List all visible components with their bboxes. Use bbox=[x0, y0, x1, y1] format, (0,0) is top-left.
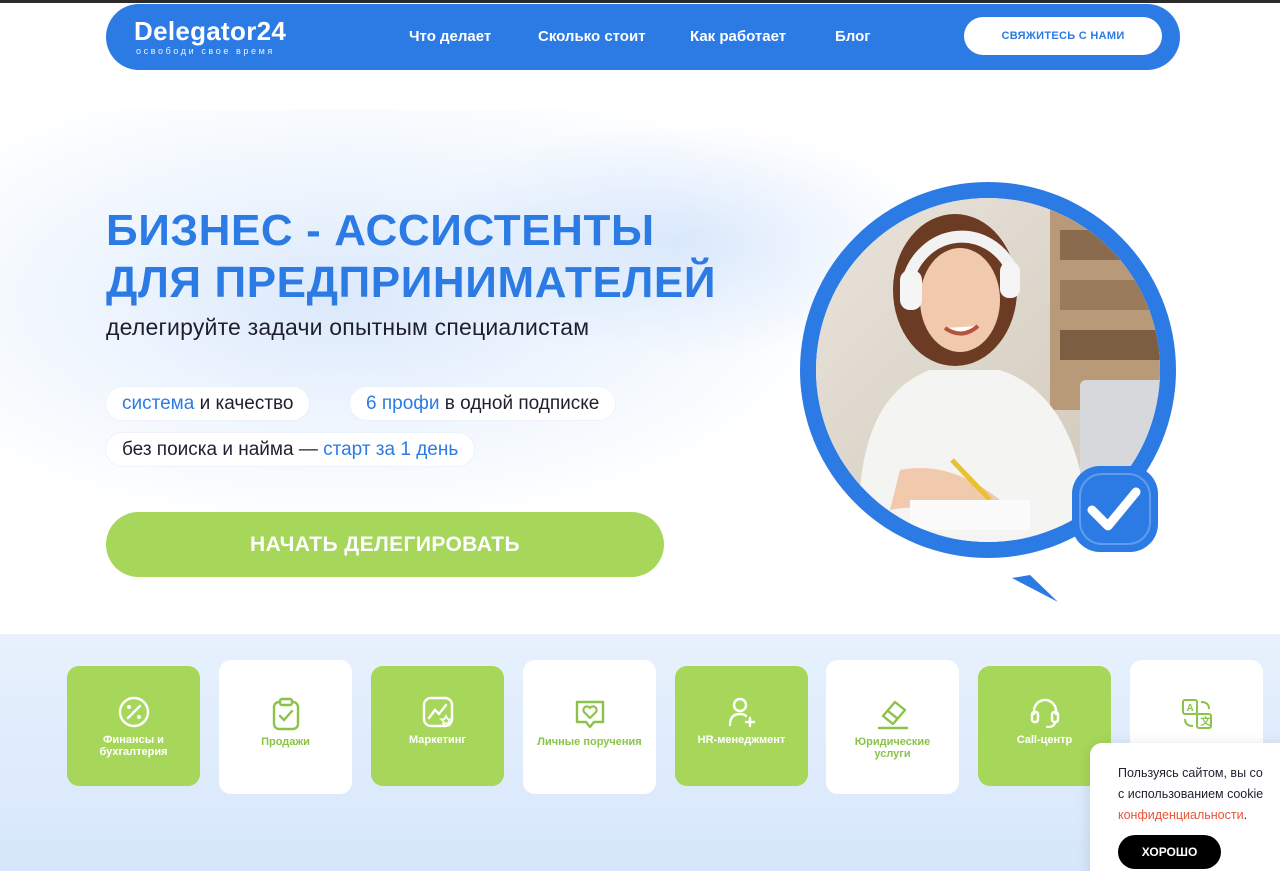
logo-subtitle: освободи свое время bbox=[136, 46, 275, 56]
start-delegating-button[interactable]: НАЧАТЬ ДЕЛЕГИРОВАТЬ bbox=[106, 512, 664, 577]
clipboard-check-icon bbox=[272, 697, 299, 731]
feature-pill-system-quality: система и качество bbox=[106, 387, 310, 420]
pill-text: в одной подписке bbox=[439, 393, 600, 414]
top-navigation-bar: Delegator24 освободи свое время Что дела… bbox=[106, 4, 1180, 70]
service-label: Финансы и бухгалтерия bbox=[99, 734, 168, 758]
hero-title-line-1: БИЗНЕС - АССИСТЕНТЫ bbox=[106, 206, 655, 255]
svg-text:A: A bbox=[1186, 703, 1193, 714]
service-label: Юридические услуги bbox=[854, 736, 931, 760]
service-card-personal-errands[interactable]: Личные поручения bbox=[523, 660, 656, 794]
heart-chat-icon bbox=[575, 700, 604, 729]
hero-assistant-image bbox=[800, 182, 1176, 602]
service-label: HR-менеджмент bbox=[697, 734, 786, 746]
service-card-hr[interactable]: HR-менеджмент bbox=[675, 666, 808, 786]
feature-pill-six-pros: 6 профи в одной подписке bbox=[350, 387, 616, 420]
hero-title: БИЗНЕС - АССИСТЕНТЫ ДЛЯ ПРЕДПРИНИМАТЕЛЕЙ bbox=[106, 205, 716, 309]
cookie-text-suffix: . bbox=[1243, 808, 1248, 822]
service-card-finance[interactable]: Финансы и бухгалтерия bbox=[67, 666, 200, 786]
cookie-text: Пользуясь сайтом, вы со с использованием… bbox=[1118, 763, 1280, 826]
service-card-marketing[interactable]: Маркетинг bbox=[371, 666, 504, 786]
pill-highlight: система bbox=[122, 393, 195, 414]
pill-highlight: 6 профи bbox=[366, 393, 440, 414]
service-label: Маркетинг bbox=[409, 734, 466, 746]
svg-text:文: 文 bbox=[1200, 715, 1211, 728]
cookie-text-line-2: с использованием cookie bbox=[1118, 787, 1264, 801]
pill-text: и качество bbox=[194, 393, 294, 414]
nav-link-blog[interactable]: Блог bbox=[835, 28, 871, 45]
percent-icon bbox=[118, 696, 149, 728]
nav-link-how-it-works[interactable]: Как работает bbox=[690, 28, 786, 45]
headset-icon bbox=[1030, 698, 1059, 729]
chart-star-icon bbox=[422, 696, 453, 728]
nav-link-pricing[interactable]: Сколько стоит bbox=[538, 28, 646, 45]
hero-title-line-2: ДЛЯ ПРЕДПРИНИМАТЕЛЕЙ bbox=[106, 258, 717, 307]
user-plus-icon bbox=[728, 697, 755, 728]
browser-top-line bbox=[0, 0, 1280, 3]
service-label: Call-центр bbox=[1016, 734, 1073, 746]
cookie-text-line-1: Пользуясь сайтом, вы со bbox=[1118, 766, 1263, 780]
cookie-consent-banner: Пользуясь сайтом, вы со с использованием… bbox=[1090, 743, 1280, 871]
cookie-accept-button[interactable]: ХОРОШО bbox=[1118, 835, 1221, 869]
service-label: Личные поручения bbox=[537, 736, 642, 748]
service-card-sales[interactable]: Продажи bbox=[219, 660, 352, 794]
site-logo[interactable]: Delegator24 освободи свое время bbox=[134, 16, 286, 56]
feature-pill-quick-start: без поиска и найма — старт за 1 день bbox=[106, 433, 475, 466]
service-card-legal[interactable]: Юридические услуги bbox=[826, 660, 959, 794]
logo-title: Delegator24 bbox=[134, 16, 287, 46]
service-label: Продажи bbox=[261, 736, 310, 748]
pill-text: без поиска и найма — bbox=[122, 439, 324, 460]
contact-us-button[interactable]: СВЯЖИТЕСЬ С НАМИ bbox=[964, 17, 1162, 55]
hero-subtitle: делегируйте задачи опытным специалистам bbox=[106, 314, 590, 340]
translate-icon: A 文 bbox=[1181, 699, 1212, 729]
nav-link-what-it-does[interactable]: Что делает bbox=[409, 28, 491, 45]
pill-highlight: старт за 1 день bbox=[323, 439, 459, 460]
privacy-policy-link[interactable]: конфиденциальности bbox=[1118, 808, 1244, 822]
eraser-icon bbox=[877, 700, 908, 730]
